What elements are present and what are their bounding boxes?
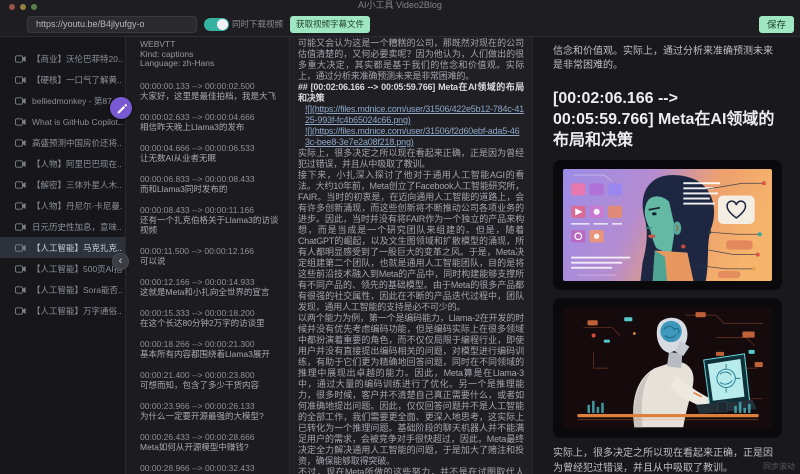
video-item-label: What is GitHub Copilot... <box>32 117 122 127</box>
subtitle-cue: 00:00:23.966 --> 00:00:26.133为什么一定要开源最强的… <box>140 401 283 421</box>
close-window-icon[interactable] <box>9 4 15 10</box>
subtitle-cue: 00:00:04.666 --> 00:00:06.533让无数AI从业者无眠 <box>140 143 283 163</box>
collapse-sidebar-button[interactable]: ‹ <box>112 253 129 270</box>
subtitle-cue: 00:00:00.133 --> 00:00:02.500大家好，这里是最佳拍档… <box>140 81 283 101</box>
video-camera-icon <box>15 223 26 231</box>
minimize-window-icon[interactable] <box>20 4 26 10</box>
titlebar: AI小工具 Video2Blog <box>0 0 800 12</box>
transcript-panel[interactable]: WEBVTTKind: captionsLanguage: zh-Hans 00:… <box>125 37 290 474</box>
video-item-label: 【人物】丹尼尔·卡尼曼... <box>32 200 122 212</box>
video-item-label: 【人工智能】500页AI指... <box>32 263 122 275</box>
subtitle-cue: 00:00:06.833 --> 00:00:08.433而和Llama3同时发… <box>140 174 283 194</box>
editor-block-heading[interactable]: ## [00:02:06.166 --> 00:05:59.766] Meta在… <box>298 82 524 104</box>
preview-paragraph: 信念和价值观。实际上，通过分析来准确预测未来是非常困难的。 <box>553 45 782 73</box>
sync-scroll-label: 同步滚动 <box>763 461 795 472</box>
sidebar-video-item[interactable]: 【人物】阿里巴巴现在... <box>0 153 125 174</box>
video-camera-icon <box>15 76 26 84</box>
sidebar-video-item[interactable]: What is GitHub Copilot... <box>0 111 125 132</box>
preview-image-2 <box>553 298 782 438</box>
sidebar-video-item[interactable]: 【解密】三体外星人木... <box>0 174 125 195</box>
sidebar-video-item[interactable]: 【人工智能】500页AI指... <box>0 258 125 279</box>
floating-action-button[interactable] <box>110 97 132 119</box>
video-camera-icon <box>15 160 26 168</box>
sidebar-video-item[interactable]: 【人工智能】马克扎克... <box>0 237 125 258</box>
video-item-label: belliedmonkey - 第87... <box>32 95 119 107</box>
ai-portrait-infographic-illustration <box>563 169 772 281</box>
video-item-label: 【商业】沃伦巴菲特20... <box>32 53 122 65</box>
maximize-window-icon[interactable] <box>31 4 37 10</box>
subtitle-cue: 00:00:11.500 --> 00:00:12.166可以说 <box>140 246 283 266</box>
video-camera-icon <box>15 244 26 252</box>
pencil-icon <box>116 103 127 114</box>
fetch-subtitles-button[interactable]: 获取视频字幕文件 <box>290 16 370 33</box>
editor-block-text[interactable]: 接下来，小扎深入探讨了他对于通用人工智能AGI的看法。大约10年前，Meta创立… <box>298 170 524 313</box>
editor-block-link[interactable]: ![](https://files.mdnice.com/user/31506/… <box>298 126 524 148</box>
video-camera-icon <box>15 97 26 105</box>
subtitle-cue: 00:00:28.966 --> 00:00:32.433 <box>140 463 283 473</box>
video-camera-icon <box>15 202 26 210</box>
sidebar-video-item[interactable]: 高盛预测中国房价还将... <box>0 132 125 153</box>
download-toggle-label: 同时下载视频 <box>232 18 283 30</box>
save-button[interactable]: 保存 <box>759 16 794 33</box>
video-list: 【商业】沃伦巴菲特20... 【硬核】一口气了解黄... belliedmonkey… <box>0 37 125 474</box>
subtitle-cue: 00:00:21.400 --> 00:00:23.800可想而知，包含了多少干… <box>140 370 283 390</box>
editor-block-text[interactable]: 实际上，很多决定之所以现在看起来正确，正是因为曾经犯过错误，并且从中吸取了教训。 <box>298 148 524 170</box>
editor-block-text[interactable]: 不过，现在Meta所做的这些努力，并不是在试图取代人类，而是希望通过这些工具，赋… <box>298 467 524 474</box>
video-camera-icon <box>15 139 26 147</box>
markdown-editor[interactable]: 可能又会认为这是一个糟糕的公司，那既然对现在的公司估值清楚的，又何必要卖呢？因为… <box>290 37 533 474</box>
preview-panel[interactable]: 信念和价值观。实际上，通过分析来准确预测未来是非常困难的。 [00:02:06.… <box>533 37 800 474</box>
subtitle-cue: 00:00:26.433 --> 00:00:28.666Meta如何从开源模型… <box>140 432 283 452</box>
editor-block-text[interactable]: 可能又会认为这是一个糟糕的公司，那既然对现在的公司估值清楚的，又何必要卖呢？因为… <box>298 38 524 82</box>
video-item-label: 【硬核】一口气了解黄... <box>32 74 122 86</box>
video-item-label: 【人工智能】Sora能否... <box>32 284 122 296</box>
sidebar-video-item[interactable]: 【硬核】一口气了解黄... <box>0 69 125 90</box>
preview-image-1 <box>553 160 782 290</box>
video-camera-icon <box>15 55 26 63</box>
video-camera-icon <box>15 286 26 294</box>
video-item-label: 【人工智能】马克扎克... <box>32 242 122 254</box>
video-item-label: 日元历史性加息，意味... <box>32 221 122 233</box>
video-camera-icon <box>15 265 26 273</box>
video-item-label: 【解密】三体外星人木... <box>32 179 122 191</box>
video-item-label: 【人物】阿里巴巴现在... <box>32 158 122 170</box>
sidebar-video-item[interactable]: 【人工智能】Sora能否... <box>0 279 125 300</box>
preview-paragraph: 实际上，很多决定之所以现在看起来正确，正是因为曾经犯过错误，并且从中吸取了教训。 <box>553 446 782 474</box>
video-item-label: 高盛预测中国房价还将... <box>32 137 122 149</box>
window-title: AI小工具 Video2Blog <box>0 0 800 11</box>
subtitle-cue: 00:00:12.166 --> 00:00:14.933这就是Meta和小扎向… <box>140 277 283 297</box>
download-video-toggle[interactable] <box>204 18 229 31</box>
subtitle-cue: 00:00:15.333 --> 00:00:18.200在这个长达80分钟2万… <box>140 308 283 328</box>
editor-block-text[interactable]: 以两个能力为例，第一个是编码能力，Llama-2在开发的时候并没有优先考虑编码功… <box>298 313 524 467</box>
sidebar-video-item[interactable]: belliedmonkey - 第87... <box>0 90 125 111</box>
preview-section-heading: [00:02:06.166 --> 00:05:59.766] Meta在AI领… <box>553 88 782 151</box>
subtitle-cue: 00:00:18.266 --> 00:00:21.300基本所有内容都围绕着L… <box>140 339 283 359</box>
subtitle-cue: 00:00:02.633 --> 00:00:04.666相信昨天晚上Llama… <box>140 112 283 132</box>
subtitle-cue: 00:00:08.433 --> 00:00:11.166还有一个扎克伯格关于L… <box>140 205 283 235</box>
video-camera-icon <box>15 307 26 315</box>
window-controls[interactable] <box>9 4 37 10</box>
vtt-header: WEBVTTKind: captionsLanguage: zh-Hans <box>140 40 283 69</box>
sidebar-video-item[interactable]: 【商业】沃伦巴菲特20... <box>0 48 125 69</box>
video-camera-icon <box>15 181 26 189</box>
sidebar-video-item[interactable]: 【人物】丹尼尔·卡尼曼... <box>0 195 125 216</box>
toolbar: 同时下载视频 获取视频字幕文件 保存 <box>0 12 800 37</box>
toggle-knob <box>217 19 228 30</box>
sidebar-video-item[interactable]: 日元历史性加息，意味... <box>0 216 125 237</box>
video-camera-icon <box>15 118 26 126</box>
robot-workstation-illustration <box>563 307 772 429</box>
sidebar-video-item[interactable]: 【人工智能】万字通俗... <box>0 300 125 321</box>
editor-block-link[interactable]: ![](https://files.mdnice.com/user/31506/… <box>298 104 524 126</box>
video-url-input[interactable] <box>27 16 197 33</box>
app-window: AI小工具 Video2Blog 同时下载视频 获取视频字幕文件 保存 【商业】… <box>0 0 800 474</box>
video-item-label: 【人工智能】万字通俗... <box>32 305 122 317</box>
